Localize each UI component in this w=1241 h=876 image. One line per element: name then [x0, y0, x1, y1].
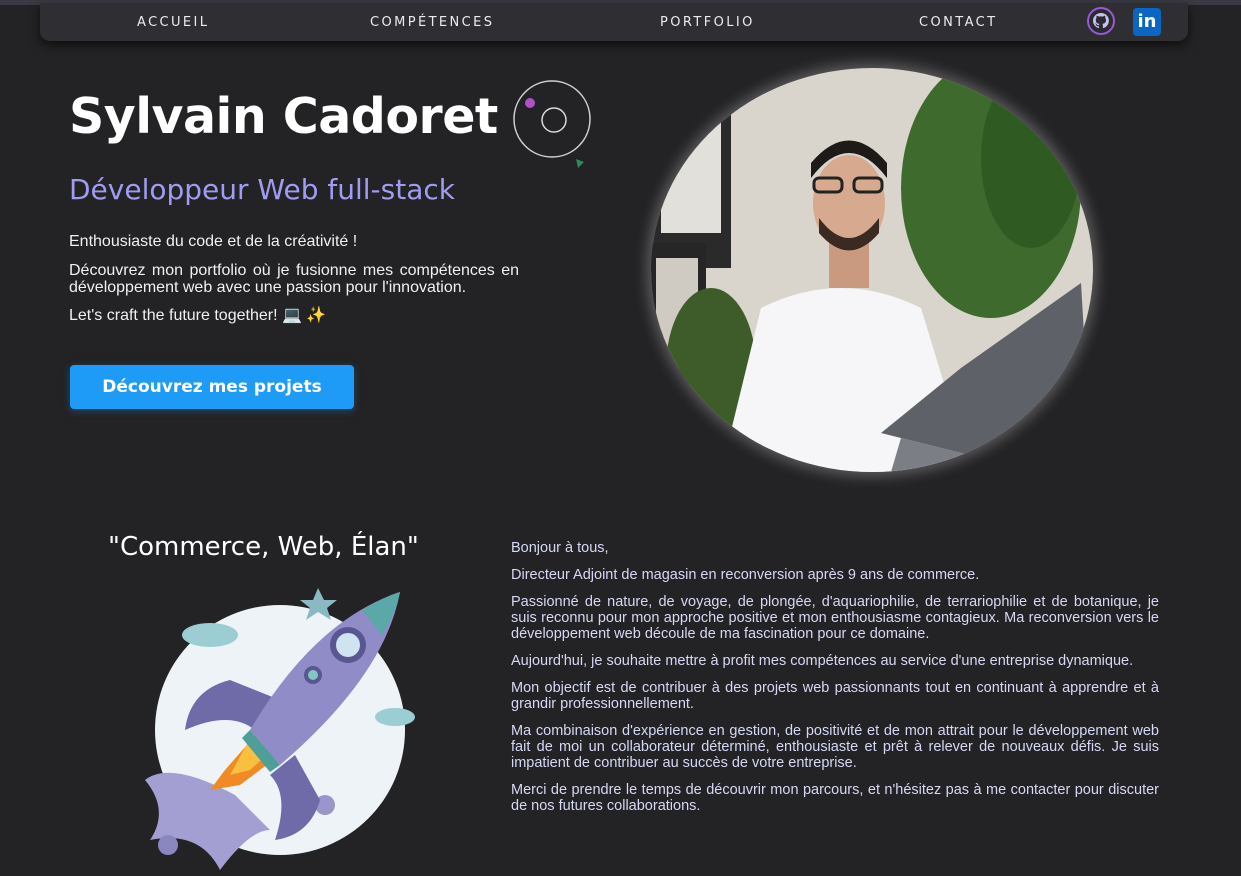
nav-portfolio[interactable]: PORTFOLIO	[660, 15, 755, 30]
nav-accueil[interactable]: ACCUEIL	[137, 15, 209, 30]
intro-line-1: Enthousiaste du code et de la créativité…	[69, 233, 358, 250]
rocket-illustration-icon	[145, 588, 415, 870]
profile-photo	[651, 68, 1093, 472]
about-paragraph: Directeur Adjoint de magasin en reconver…	[511, 567, 980, 583]
discover-projects-button[interactable]: Découvrez mes projets	[70, 365, 354, 409]
about-paragraph: Merci de prendre le temps de découvrir m…	[511, 782, 1159, 814]
motto-heading: "Commerce, Web, Élan"	[108, 532, 419, 562]
github-icon[interactable]	[1087, 7, 1115, 35]
main-navigation: ACCUEIL COMPÉTENCES PORTFOLIO CONTACT	[40, 3, 1188, 41]
about-paragraph: Aujourd'hui, je souhaite mettre à profit…	[511, 653, 1134, 669]
intro-line-3: Let's craft the future together! 💻 ✨	[69, 307, 327, 324]
about-text: Bonjour à tous, Directeur Adjoint de mag…	[511, 540, 1159, 825]
about-paragraph: Mon objectif est de contribuer à des pro…	[511, 680, 1159, 712]
about-paragraph: Passionné de nature, de voyage, de plong…	[511, 594, 1159, 642]
about-paragraph: Ma combinaison d'expérience en gestion, …	[511, 723, 1159, 771]
nav-contact[interactable]: CONTACT	[919, 15, 997, 30]
intro-line-2: Découvrez mon portfolio où je fusionne m…	[69, 262, 519, 296]
page-title: Sylvain Cadoret	[69, 88, 498, 145]
orbit-decoration-icon	[513, 80, 591, 168]
about-paragraph: Bonjour à tous,	[511, 540, 609, 556]
linkedin-icon[interactable]: in	[1133, 8, 1161, 36]
nav-competences[interactable]: COMPÉTENCES	[370, 15, 494, 30]
job-title: Développeur Web full-stack	[69, 173, 455, 206]
